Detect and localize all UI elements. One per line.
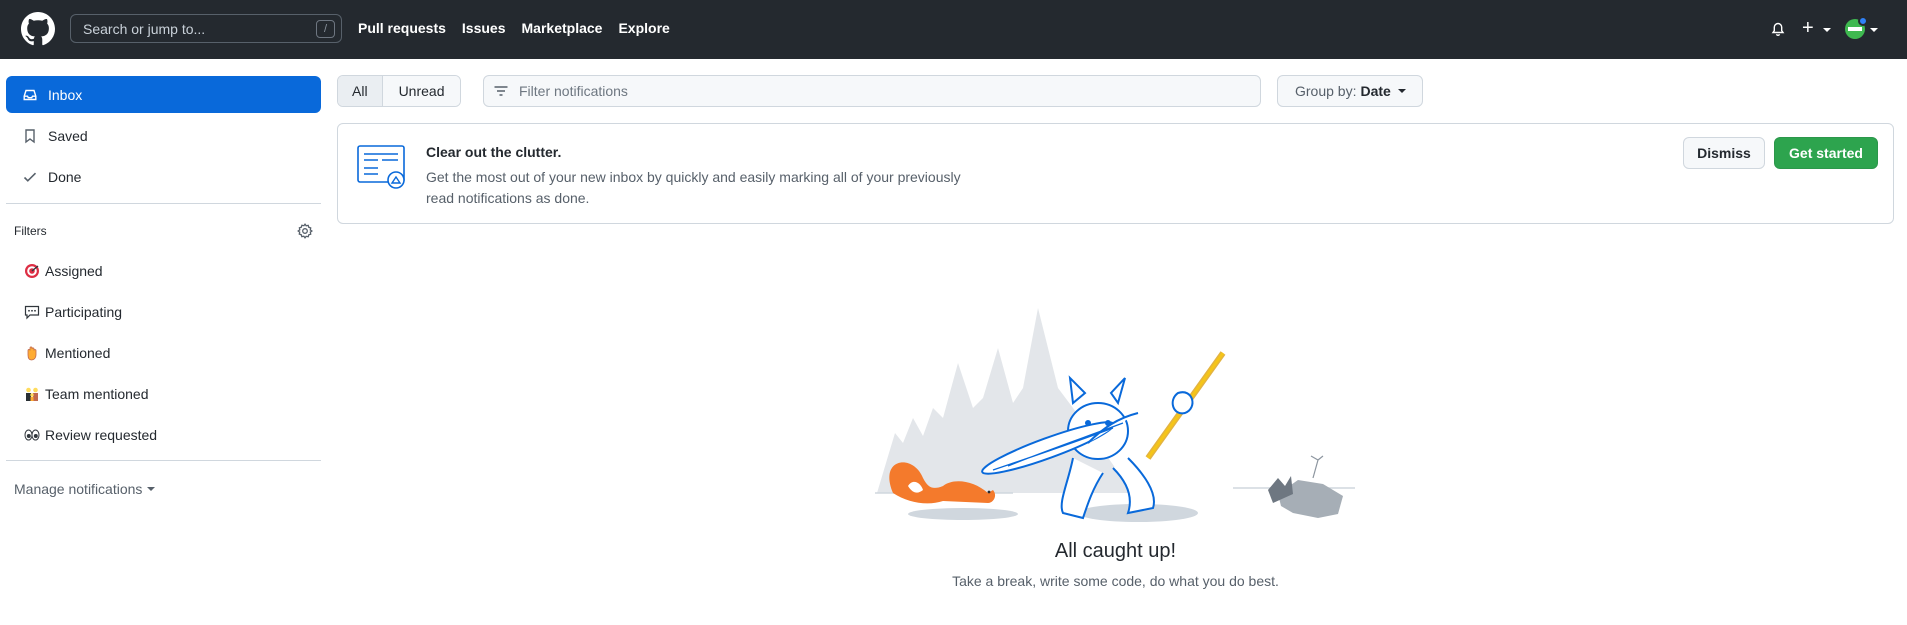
- octocat-sweeping-illustration: [875, 308, 1355, 522]
- filter-label: Assigned: [45, 262, 103, 279]
- nav-marketplace[interactable]: Marketplace: [522, 20, 603, 36]
- tab-all[interactable]: All: [338, 76, 383, 106]
- create-new-button[interactable]: +: [1802, 17, 1814, 39]
- filter-label: Mentioned: [45, 344, 111, 361]
- dart-icon: [25, 263, 39, 278]
- sidebar-item-saved[interactable]: Saved: [6, 117, 321, 154]
- sidebar-item-done[interactable]: Done: [6, 158, 321, 195]
- avatar-caret-icon: [1870, 28, 1878, 32]
- top-header: Search or jump to... / Pull requests Iss…: [0, 0, 1907, 59]
- speech-bubble-icon: [24, 305, 40, 319]
- sidebar-item-inbox[interactable]: Inbox: [6, 76, 321, 113]
- create-caret-icon: [1823, 28, 1831, 32]
- filter-assigned[interactable]: Assigned: [6, 250, 321, 291]
- filters-title: Filters: [14, 224, 47, 238]
- group-by-value: Date: [1360, 83, 1391, 99]
- filter-label: Review requested: [45, 426, 158, 443]
- filter-label: Team mentioned: [45, 385, 149, 402]
- empty-state-subtitle: Take a break, write some code, do what y…: [952, 573, 1279, 589]
- sidebar-divider: [6, 203, 321, 204]
- group-by-dropdown[interactable]: Group by: Date: [1277, 75, 1423, 107]
- sidebar-item-label: Inbox: [48, 86, 83, 103]
- inbox-zero-icon: [357, 145, 405, 189]
- tab-unread[interactable]: Unread: [382, 76, 461, 106]
- filter-review-requested[interactable]: Review requested: [6, 414, 321, 455]
- read-state-toggle: All Unread: [337, 75, 462, 107]
- filters-header: Filters: [6, 212, 321, 250]
- inbox-icon: [23, 89, 37, 100]
- onboarding-banner: Clear out the clutter. Get the most out …: [337, 123, 1894, 224]
- banner-description: Get the most out of your new inbox by qu…: [426, 169, 961, 206]
- search-placeholder: Search or jump to...: [83, 20, 206, 37]
- header-nav: Pull requests Issues Marketplace Explore: [358, 20, 670, 36]
- bell-icon[interactable]: [1770, 20, 1786, 38]
- plus-icon: +: [1802, 17, 1814, 39]
- filter-team-mentioned[interactable]: Team mentioned: [6, 373, 321, 414]
- nav-pull-requests[interactable]: Pull requests: [358, 20, 446, 36]
- filter-placeholder: Filter notifications: [519, 83, 628, 99]
- sidebar-item-label: Done: [48, 168, 82, 185]
- bookmark-icon: [25, 128, 35, 143]
- dismiss-button[interactable]: Dismiss: [1683, 137, 1765, 169]
- empty-state: All caught up! Take a break, write some …: [337, 540, 1894, 589]
- filter-label: Participating: [45, 303, 123, 320]
- gear-icon[interactable]: [297, 223, 313, 239]
- manage-notifications-label: Manage notifications: [14, 481, 143, 497]
- raised-hand-icon: [27, 345, 37, 360]
- empty-state-title: All caught up!: [1054, 540, 1177, 562]
- banner-title: Clear out the clutter.: [426, 144, 562, 160]
- nav-issues[interactable]: Issues: [462, 20, 506, 36]
- status-dot-icon: [1858, 16, 1868, 26]
- chevron-down-icon: [147, 487, 156, 491]
- check-icon: [23, 172, 37, 182]
- filter-notifications-input[interactable]: Filter notifications: [483, 75, 1261, 107]
- notifications-sidebar: Inbox Saved Done Filters Assigned Partic…: [6, 76, 321, 514]
- family-icon: [26, 387, 38, 401]
- search-shortcut-key: /: [316, 20, 335, 38]
- filter-participating[interactable]: Participating: [6, 291, 321, 332]
- nav-explore[interactable]: Explore: [618, 20, 669, 36]
- get-started-button[interactable]: Get started: [1774, 137, 1878, 169]
- filter-icon: [494, 86, 508, 96]
- sidebar-item-label: Saved: [48, 127, 88, 144]
- search-input[interactable]: Search or jump to... /: [70, 14, 342, 43]
- sidebar-divider: [6, 460, 321, 461]
- filter-mentioned[interactable]: Mentioned: [6, 332, 321, 373]
- eyes-icon: [24, 429, 40, 440]
- manage-notifications-menu[interactable]: Manage notifications: [6, 464, 321, 514]
- chevron-down-icon: [1397, 89, 1406, 93]
- github-logo-icon[interactable]: [21, 12, 55, 46]
- group-by-label: Group by:: [1295, 83, 1357, 99]
